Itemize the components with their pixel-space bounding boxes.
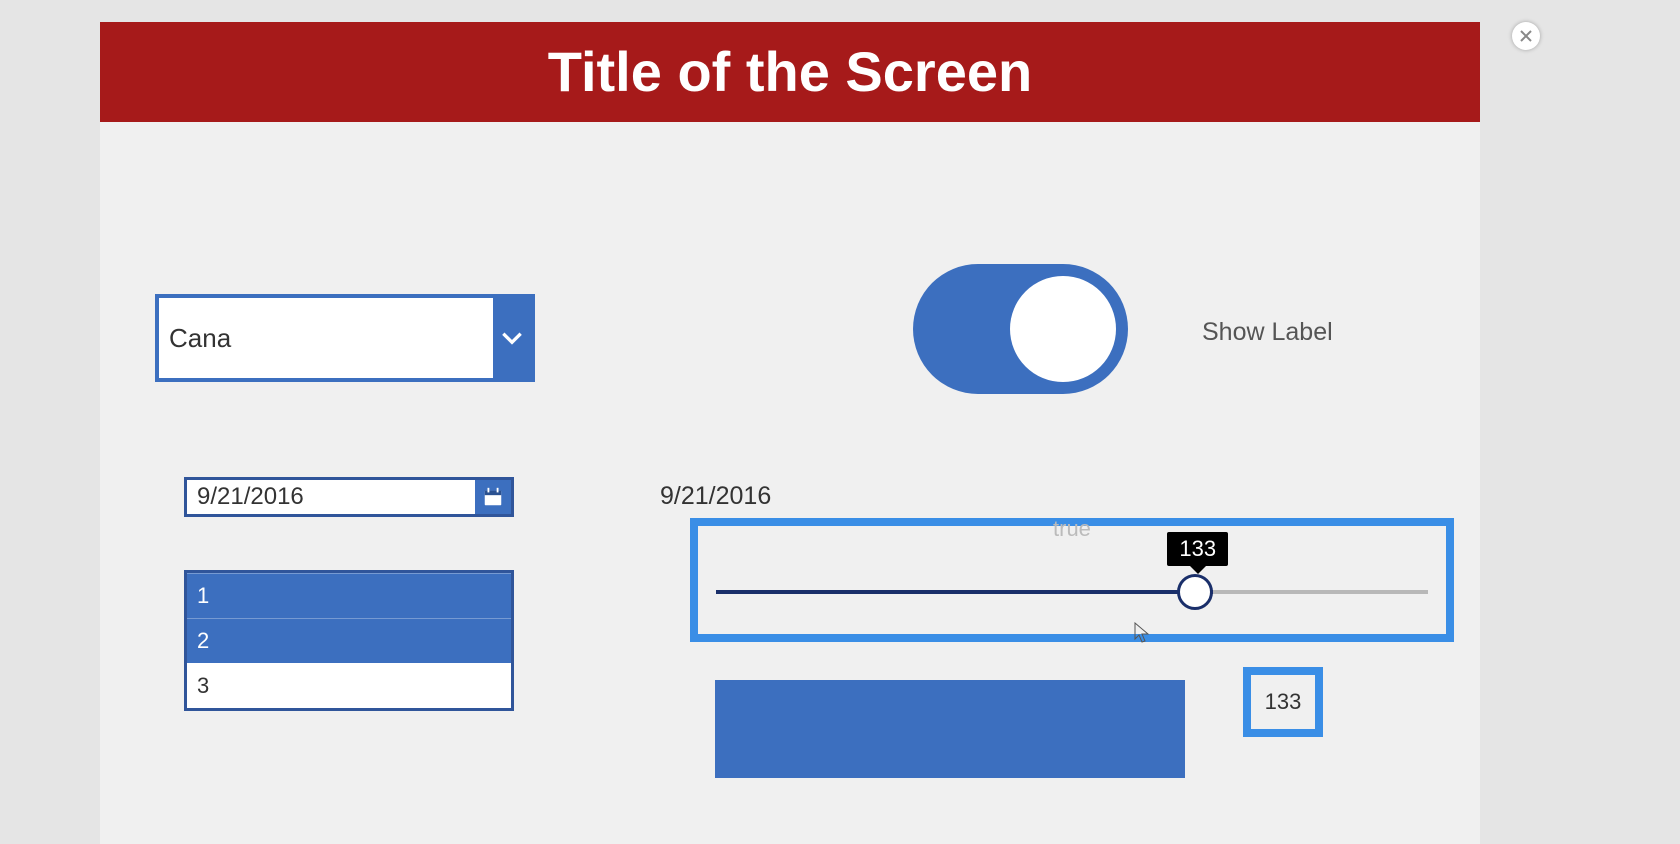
date-echo-text: 9/21/2016 bbox=[660, 482, 771, 511]
label-block bbox=[715, 680, 1185, 778]
slider-panel: true 133 bbox=[690, 518, 1454, 642]
slider-handle[interactable] bbox=[1177, 574, 1213, 610]
list-item[interactable]: 3 bbox=[187, 663, 511, 708]
toggle-switch[interactable] bbox=[913, 264, 1128, 394]
slider-fill bbox=[716, 590, 1213, 594]
page-title: Title of the Screen bbox=[100, 22, 1480, 122]
list-box[interactable]: 1 2 3 bbox=[184, 570, 514, 711]
calendar-icon[interactable] bbox=[475, 480, 511, 514]
date-value: 9/21/2016 bbox=[187, 480, 475, 514]
date-picker[interactable]: 9/21/2016 bbox=[184, 477, 514, 517]
combo-box[interactable]: Cana bbox=[155, 294, 535, 382]
combo-value: Cana bbox=[159, 298, 493, 378]
app-window: Title of the Screen Cana Show Label 9/21… bbox=[100, 22, 1480, 844]
slider-true-text: true bbox=[1053, 516, 1091, 542]
list-item[interactable]: 2 bbox=[187, 618, 511, 663]
chevron-down-icon[interactable] bbox=[493, 298, 531, 378]
slider-value-box: 133 bbox=[1243, 667, 1323, 737]
close-button[interactable] bbox=[1512, 22, 1540, 50]
close-icon bbox=[1520, 30, 1532, 42]
toggle-label: Show Label bbox=[1202, 318, 1333, 347]
list-item[interactable]: 1 bbox=[187, 573, 511, 618]
toggle-knob bbox=[1010, 276, 1116, 382]
slider-tooltip: 133 bbox=[1167, 532, 1228, 566]
